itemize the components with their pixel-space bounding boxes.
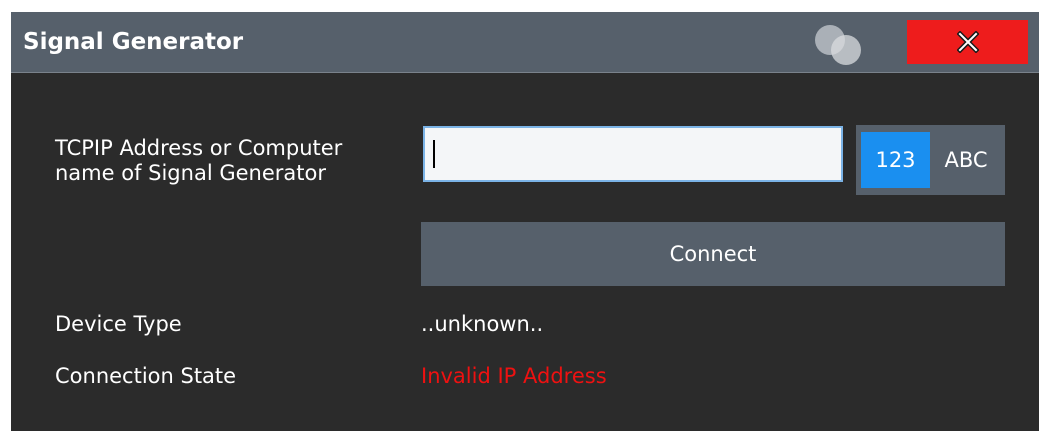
device-type-label: Device Type	[55, 312, 182, 336]
numeric-keyboard-button[interactable]: 123	[861, 132, 930, 188]
signal-generator-dialog: Signal Generator TCPIP Address or Comput…	[11, 12, 1039, 431]
text-caret	[433, 140, 435, 168]
overlapping-circles-icon	[815, 25, 861, 65]
connection-state-value: Invalid IP Address	[421, 364, 607, 388]
address-label: TCPIP Address or Computer name of Signal…	[55, 136, 343, 185]
close-button[interactable]	[907, 20, 1028, 64]
dialog-title: Signal Generator	[23, 29, 244, 55]
alpha-keyboard-button[interactable]: ABC	[931, 132, 1001, 188]
connect-button[interactable]: Connect	[421, 222, 1005, 286]
address-input[interactable]	[423, 126, 843, 182]
x-icon	[956, 31, 979, 53]
title-bar: Signal Generator	[11, 12, 1039, 73]
keyboard-mode-toggle: 123 ABC	[856, 125, 1005, 195]
connection-state-label: Connection State	[55, 364, 237, 388]
device-type-value: ..unknown..	[421, 312, 544, 336]
